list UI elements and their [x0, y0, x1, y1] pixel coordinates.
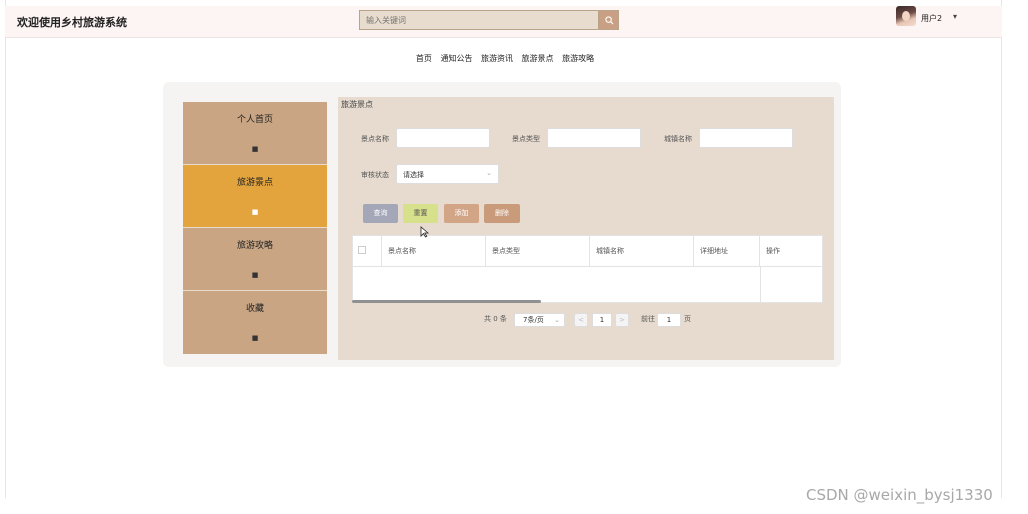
sidebar-item-label: 收藏 [245, 304, 264, 314]
sidebar-item-label: 个人首页 [236, 115, 273, 125]
reset-button[interactable]: 重置 [403, 204, 438, 223]
watermark: CSDN @weixin_bysj1330 [806, 486, 993, 504]
page-number-current[interactable]: 1 [592, 313, 612, 327]
apple-icon: ■ [251, 208, 259, 216]
data-table: 景点名称 景点类型 城镇名称 详细地址 操作 [352, 235, 823, 303]
city-filter-input[interactable] [699, 128, 793, 148]
search-input[interactable] [359, 10, 599, 30]
sidebar-item-profile[interactable]: 个人首页 ■ [183, 102, 327, 165]
main-content: 旅游景点 景点名称 景点类型 城镇名称 审核状态 请选择 ⌄ 查询 重置 添加 … [338, 97, 834, 360]
pagination-total: 共 0 条 [484, 315, 507, 323]
mouse-cursor-icon [420, 226, 429, 238]
sidebar-item-label: 旅游景点 [236, 178, 273, 188]
search-button[interactable] [599, 10, 619, 30]
user-name[interactable]: 用户2 [921, 13, 942, 24]
column-header-actions: 操作 [766, 247, 780, 255]
table-header: 景点名称 景点类型 城镇名称 详细地址 操作 [353, 236, 822, 267]
column-header-city[interactable]: 城镇名称 [590, 236, 694, 267]
main-nav: 首页 通知公告 旅游资讯 旅游景点 旅游攻略 [0, 53, 1010, 64]
city-filter-label: 城镇名称 [664, 135, 692, 143]
name-filter-label: 景点名称 [361, 135, 389, 143]
nav-item-news[interactable]: 旅游资讯 [481, 53, 513, 64]
goto-page-input[interactable]: 1 [657, 313, 681, 327]
sidebar: 个人首页 ■ 旅游景点 ■ 旅游攻略 ■ 收藏 ■ [183, 102, 327, 355]
delete-button[interactable]: 删除 [484, 204, 520, 223]
column-header-address[interactable]: 详细地址 [694, 236, 760, 267]
sidebar-item-guides[interactable]: 旅游攻略 ■ [183, 228, 327, 291]
top-bar: 欢迎使用乡村旅游系统 用户2 ▾ [5, 6, 1002, 38]
horizontal-scrollbar[interactable] [352, 300, 541, 303]
nav-item-attractions[interactable]: 旅游景点 [522, 53, 554, 64]
apple-icon: ■ [251, 145, 259, 153]
page-title: 旅游景点 [341, 100, 373, 109]
type-filter-label: 景点类型 [512, 135, 540, 143]
nav-item-guides[interactable]: 旅游攻略 [562, 53, 594, 64]
column-header-name[interactable]: 景点名称 [382, 236, 486, 267]
nav-item-home[interactable]: 首页 [416, 53, 432, 64]
page-unit-label: 页 [684, 315, 691, 323]
nav-item-notices[interactable]: 通知公告 [440, 53, 472, 64]
goto-label: 前往 [641, 315, 655, 323]
query-button[interactable]: 查询 [363, 204, 398, 223]
select-all-checkbox[interactable] [358, 246, 366, 254]
column-divider [760, 267, 761, 302]
add-button[interactable]: 添加 [444, 204, 479, 223]
page-size-select[interactable]: 7条/页 ⌄ [514, 313, 565, 327]
column-header-type[interactable]: 景点类型 [486, 236, 590, 267]
chevron-down-icon[interactable]: ▾ [953, 12, 957, 21]
sidebar-item-label: 旅游攻略 [236, 241, 273, 251]
next-page-button[interactable]: > [615, 313, 629, 327]
type-filter-input[interactable] [547, 128, 641, 148]
page-size-value: 7条/页 [523, 316, 544, 324]
avatar[interactable] [896, 6, 916, 26]
sidebar-item-attractions[interactable]: 旅游景点 ■ [183, 165, 327, 228]
prev-page-button[interactable]: < [574, 313, 588, 327]
site-title: 欢迎使用乡村旅游系统 [17, 16, 127, 29]
sidebar-item-favorites[interactable]: 收藏 ■ [183, 291, 327, 354]
status-filter-label: 审核状态 [361, 171, 389, 179]
apple-icon: ■ [251, 271, 259, 279]
status-filter-value: 请选择 [403, 171, 424, 179]
chevron-down-icon: ⌄ [486, 169, 492, 177]
status-filter-select[interactable]: 请选择 ⌄ [396, 164, 499, 184]
name-filter-input[interactable] [396, 128, 490, 148]
chevron-down-icon: ⌄ [554, 316, 560, 324]
search-icon [604, 16, 613, 25]
apple-icon: ■ [251, 334, 259, 342]
select-all-cell [353, 236, 382, 267]
